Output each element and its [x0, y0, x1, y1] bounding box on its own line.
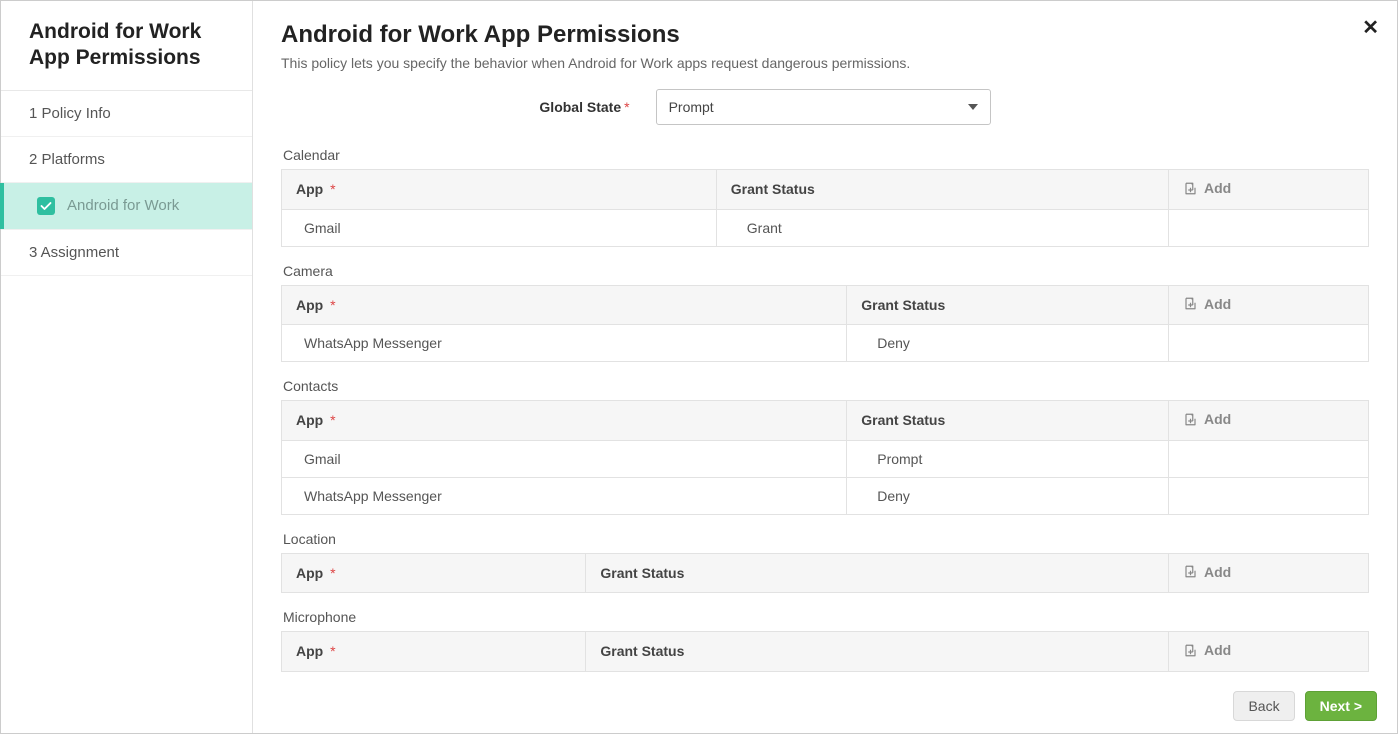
cell-status: Prompt: [847, 440, 1169, 477]
cell-app: Gmail: [282, 209, 717, 246]
cell-action: [1169, 440, 1369, 477]
add-icon: [1183, 564, 1198, 579]
section-label-calendar: Calendar: [283, 147, 1369, 163]
cell-app: WhatsApp Messenger: [282, 325, 847, 362]
add-label: Add: [1204, 411, 1231, 427]
section-label-microphone: Microphone: [283, 609, 1369, 625]
permission-table-location: App *Grant Status Add: [281, 553, 1369, 594]
add-icon: [1183, 643, 1198, 658]
sidebar-item-assignment[interactable]: 3 Assignment: [1, 230, 252, 276]
cell-app: WhatsApp Messenger: [282, 477, 847, 514]
permission-table-contacts: App *Grant Status Add GmailPromptWhatsApp …: [281, 400, 1369, 515]
next-button[interactable]: Next >: [1305, 691, 1377, 721]
cell-action: [1169, 209, 1369, 246]
cell-status: Grant: [716, 209, 1168, 246]
col-action: Add: [1169, 401, 1369, 441]
add-icon: [1183, 296, 1198, 311]
global-state-label: Global State*: [539, 99, 629, 115]
section-label-contacts: Contacts: [283, 378, 1369, 394]
check-icon: [37, 197, 55, 215]
permission-table-calendar: App *Grant Status Add GmailGrant: [281, 169, 1369, 247]
sidebar-item-platforms[interactable]: 2 Platforms: [1, 137, 252, 183]
col-grant-status: Grant Status: [586, 632, 1169, 672]
add-icon: [1183, 412, 1198, 427]
col-grant-status: Grant Status: [716, 170, 1168, 210]
sidebar-title: Android for Work App Permissions: [1, 1, 252, 91]
add-label: Add: [1204, 564, 1231, 580]
section-label-location: Location: [283, 531, 1369, 547]
col-app: App *: [282, 553, 586, 593]
col-app: App *: [282, 170, 717, 210]
cell-status: Deny: [847, 325, 1169, 362]
close-icon[interactable]: ✕: [1362, 15, 1379, 40]
chevron-down-icon: [968, 104, 978, 110]
sidebar: Android for Work App Permissions 1 Polic…: [1, 1, 253, 733]
col-app: App *: [282, 285, 847, 325]
col-grant-status: Grant Status: [847, 285, 1169, 325]
col-action: Add: [1169, 285, 1369, 325]
col-action: Add: [1169, 632, 1369, 672]
permission-table-camera: App *Grant Status Add WhatsApp MessengerDe…: [281, 285, 1369, 363]
col-action: Add: [1169, 170, 1369, 210]
table-row[interactable]: GmailPrompt: [282, 440, 1369, 477]
col-app: App *: [282, 632, 586, 672]
global-state-select[interactable]: Prompt: [656, 89, 991, 125]
col-grant-status: Grant Status: [586, 553, 1169, 593]
page-subtitle: This policy lets you specify the behavio…: [281, 55, 1369, 71]
col-action: Add: [1169, 553, 1369, 593]
global-state-row: Global State* Prompt: [253, 89, 1369, 125]
add-label: Add: [1204, 180, 1231, 196]
add-label: Add: [1204, 296, 1231, 312]
back-button[interactable]: Back: [1233, 691, 1294, 721]
add-button[interactable]: Add: [1183, 180, 1231, 196]
cell-action: [1169, 477, 1369, 514]
section-label-camera: Camera: [283, 263, 1369, 279]
add-button[interactable]: Add: [1183, 564, 1231, 580]
cell-action: [1169, 325, 1369, 362]
add-button[interactable]: Add: [1183, 296, 1231, 312]
add-button[interactable]: Add: [1183, 411, 1231, 427]
page-title: Android for Work App Permissions: [281, 21, 1369, 49]
add-label: Add: [1204, 642, 1231, 658]
main-panel: ✕ Android for Work App Permissions This …: [253, 1, 1397, 733]
permission-table-microphone: App *Grant Status Add: [281, 631, 1369, 672]
table-row[interactable]: WhatsApp MessengerDeny: [282, 325, 1369, 362]
add-icon: [1183, 181, 1198, 196]
col-grant-status: Grant Status: [847, 401, 1169, 441]
sidebar-item-policy-info[interactable]: 1 Policy Info: [1, 91, 252, 137]
table-row[interactable]: WhatsApp MessengerDeny: [282, 477, 1369, 514]
cell-status: Deny: [847, 477, 1169, 514]
sidebar-item-android-for-work[interactable]: Android for Work: [1, 183, 252, 230]
footer-bar: Back Next >: [253, 679, 1397, 733]
sidebar-item-label: Android for Work: [67, 197, 179, 214]
global-state-value: Prompt: [669, 99, 714, 115]
add-button[interactable]: Add: [1183, 642, 1231, 658]
table-row[interactable]: GmailGrant: [282, 209, 1369, 246]
col-app: App *: [282, 401, 847, 441]
cell-app: Gmail: [282, 440, 847, 477]
